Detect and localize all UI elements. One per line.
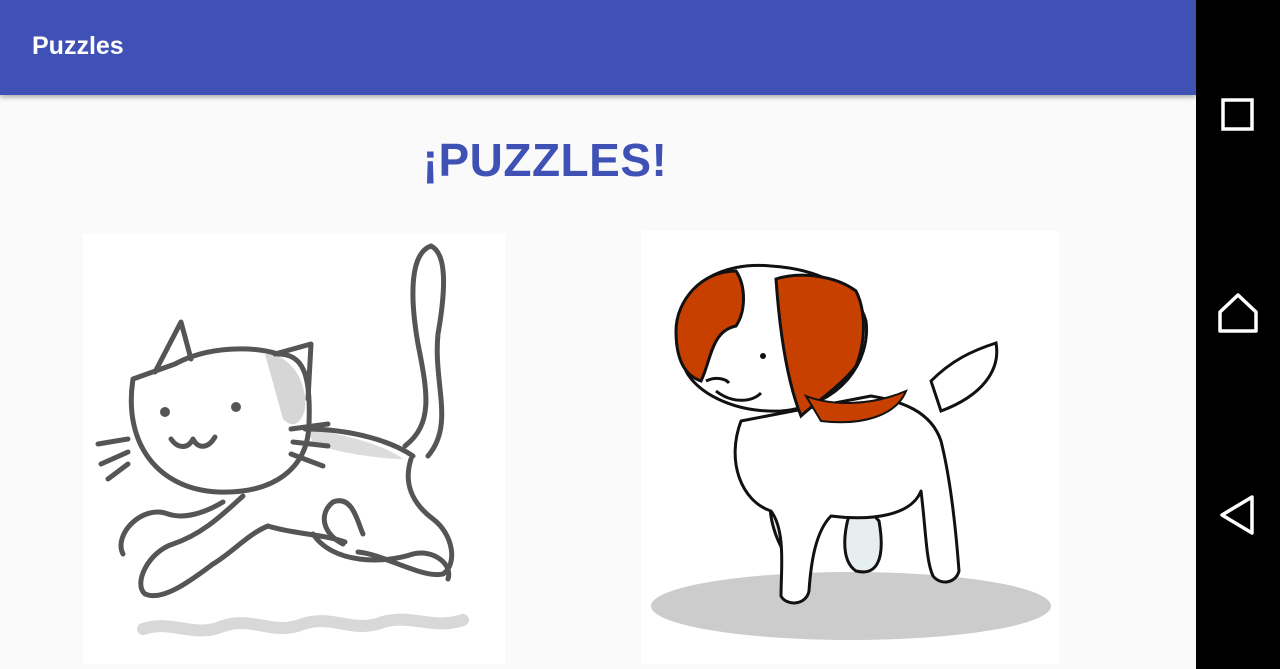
dog-puzzle-card[interactable]: [641, 231, 1059, 664]
recent-apps-icon: [1221, 98, 1254, 131]
back-icon: [1220, 495, 1254, 535]
system-navigation-bar: [1196, 0, 1280, 669]
back-button[interactable]: [1196, 473, 1280, 557]
home-button[interactable]: [1196, 272, 1280, 356]
app-title: Puzzles: [32, 32, 124, 60]
home-icon: [1218, 293, 1258, 333]
app-bar: Puzzles: [0, 0, 1196, 95]
page-heading: ¡PUZZLES!: [422, 134, 668, 186]
cat-puzzle-card[interactable]: [83, 234, 505, 664]
cat-illustration-icon: [95, 243, 469, 637]
dog-illustration-icon: [651, 263, 1051, 640]
main-content: ¡PUZZLES!: [0, 95, 1196, 669]
recent-apps-button[interactable]: [1196, 72, 1280, 156]
